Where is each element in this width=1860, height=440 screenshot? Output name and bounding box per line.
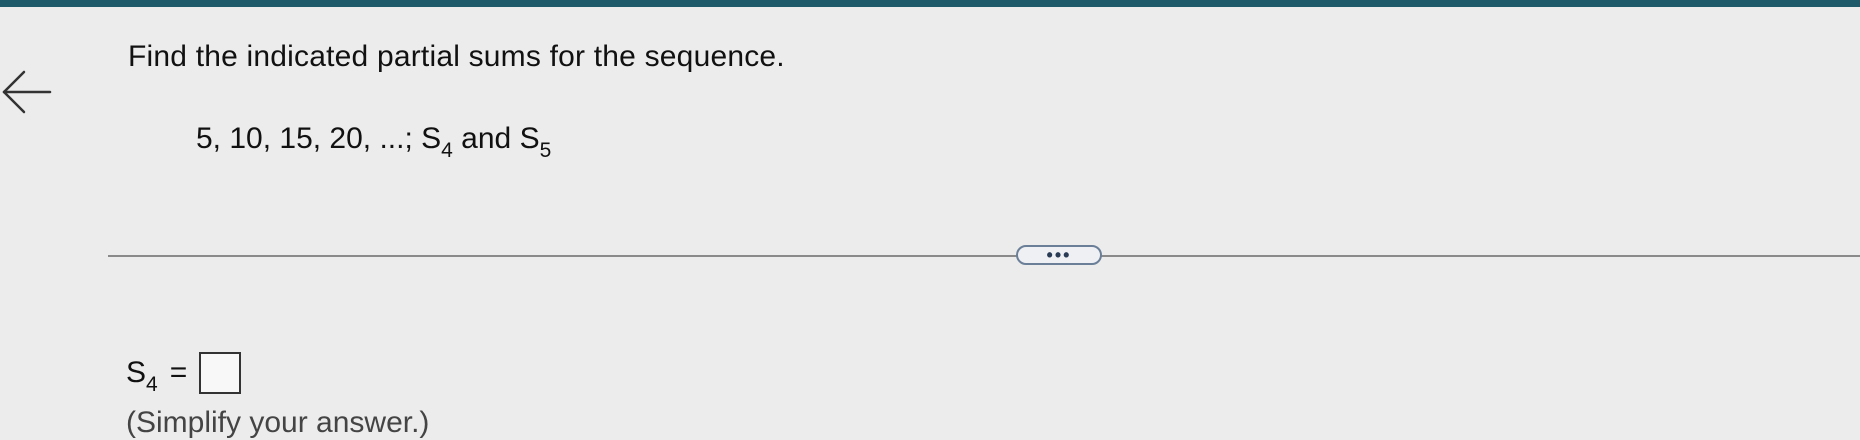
- more-options-button[interactable]: •••: [1016, 245, 1102, 265]
- sequence-conjunction: and S: [452, 122, 540, 155]
- answer-label: S4: [126, 356, 158, 395]
- top-bar: [0, 0, 1860, 7]
- section-divider: [108, 255, 1860, 257]
- answer-label-letter: S: [126, 356, 147, 389]
- equals-sign: =: [169, 356, 188, 389]
- arrow-left-icon: [2, 70, 52, 114]
- answer-label-subscript: 4: [146, 373, 158, 396]
- second-sum-subscript: 5: [539, 139, 552, 162]
- answer-hint: (Simplify your answer.): [126, 406, 430, 439]
- ellipsis-icon: •••: [1046, 245, 1072, 265]
- sequence-expression: 5, 10, 15, 20, ...; S4 and S5: [196, 122, 551, 161]
- answer-row: S4 =: [126, 352, 242, 395]
- sequence-terms: 5, 10, 15, 20, ...; S: [196, 122, 442, 155]
- answer-input[interactable]: [199, 352, 242, 394]
- back-button[interactable]: [0, 64, 60, 124]
- first-sum-subscript: 4: [441, 139, 453, 162]
- question-prompt: Find the indicated partial sums for the …: [128, 40, 785, 73]
